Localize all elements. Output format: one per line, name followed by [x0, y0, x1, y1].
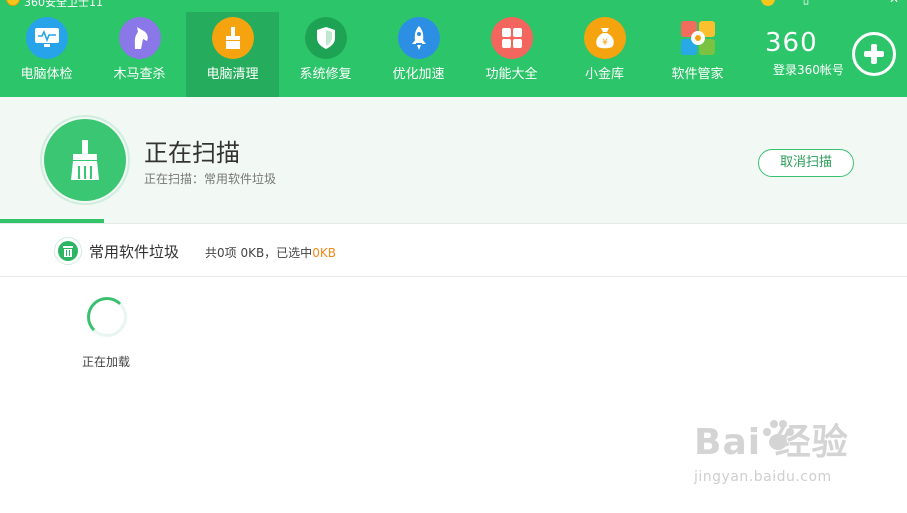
main-nav: 电脑体检 木马查杀 电脑清理 系统修复 优化加速 功能大全 ¥ 小金库 软件管家: [0, 12, 744, 97]
nav-item-trojan-scan[interactable]: 木马查杀: [93, 12, 186, 97]
nav-label: 电脑体检: [20, 67, 73, 82]
horse-icon: [119, 17, 161, 59]
brand-logo: 360: [765, 28, 818, 58]
nav-item-checkup[interactable]: 电脑体检: [0, 12, 93, 97]
watermark-url: jingyan.baidu.com: [694, 469, 832, 485]
nav-label: 木马查杀: [113, 67, 166, 82]
brand-area[interactable]: 360 登录360帐号: [765, 28, 849, 80]
nav-label: 电脑清理: [206, 67, 259, 82]
top-navigation-bar: 360安全卫士11 ▯ ✕ 电脑体检 木马查杀 电脑清理: [0, 0, 907, 97]
brush-icon: [44, 119, 126, 201]
nav-label: 小金库: [584, 67, 624, 82]
category-title: 常用软件垃圾: [89, 243, 180, 261]
scan-subtitle: 正在扫描：常用软件垃圾: [144, 172, 277, 186]
nav-item-vault[interactable]: ¥ 小金库: [558, 12, 651, 97]
scan-progress-bar: [0, 219, 104, 223]
loading-label: 正在加载: [82, 355, 131, 369]
category-stats-text: 共0项 0KB，已选中: [205, 246, 313, 260]
broom-icon: [212, 17, 254, 59]
app-logo-icon: [6, 0, 20, 6]
menu-icon[interactable]: ▯: [800, 0, 812, 5]
nav-label: 软件管家: [671, 67, 724, 82]
close-icon[interactable]: ✕: [888, 0, 900, 5]
money-bag-icon: ¥: [584, 17, 626, 59]
add-icon[interactable]: [852, 32, 896, 76]
nav-item-features[interactable]: 功能大全: [465, 12, 558, 97]
paw-icon: [763, 420, 794, 450]
nav-item-system-repair[interactable]: 系统修复: [279, 12, 372, 97]
scan-status-panel: 正在扫描 正在扫描：常用软件垃圾 取消扫描: [0, 97, 907, 224]
skin-icon[interactable]: [761, 0, 775, 6]
software-manager-icon: [677, 17, 719, 59]
selected-size: 0KB: [312, 246, 336, 260]
nav-item-cleanup[interactable]: 电脑清理: [186, 12, 279, 97]
scan-title: 正在扫描: [144, 139, 240, 167]
nav-item-software-manager[interactable]: 软件管家: [651, 12, 744, 97]
shield-icon: [305, 17, 347, 59]
login-link[interactable]: 登录360帐号: [773, 61, 844, 78]
baidu-watermark: Bai 经验 jingyan.baidu.com: [694, 413, 894, 493]
category-row[interactable]: 常用软件垃圾 共0项 0KB，已选中0KB: [0, 225, 907, 277]
loading-spinner: [87, 297, 127, 337]
category-stats: 共0项 0KB，已选中0KB: [205, 244, 336, 261]
svg-text:¥: ¥: [602, 38, 608, 48]
cancel-scan-button[interactable]: 取消扫描: [758, 149, 854, 177]
trash-icon: [54, 237, 82, 265]
window-title: 360安全卫士11: [24, 0, 103, 9]
nav-label: 功能大全: [485, 67, 538, 82]
nav-label: 系统修复: [299, 67, 352, 82]
rocket-icon: [398, 17, 440, 59]
grid-icon: [491, 17, 533, 59]
app-window: 360安全卫士11 ▯ ✕ 电脑体检 木马查杀 电脑清理: [0, 0, 907, 513]
nav-label: 优化加速: [392, 67, 445, 82]
monitor-check-icon: [26, 17, 68, 59]
nav-item-optimize[interactable]: 优化加速: [372, 12, 465, 97]
